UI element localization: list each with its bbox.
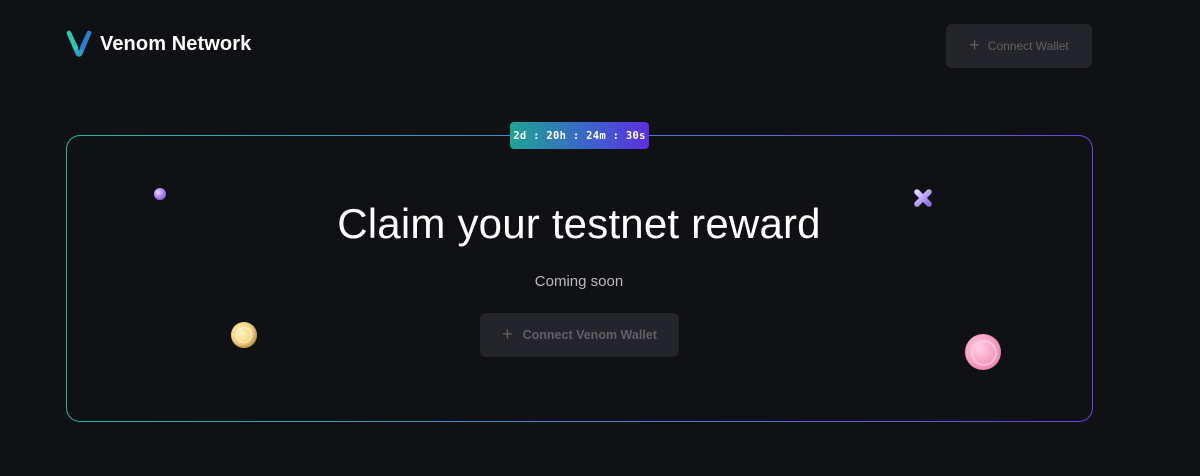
page: Venom Network + Connect Wallet 2d : 20h …: [0, 0, 1200, 476]
connect-wallet-label: Connect Wallet: [987, 39, 1069, 53]
brand-name: Venom Network: [100, 32, 252, 55]
page-title: Claim your testnet reward: [337, 200, 821, 247]
purple-orb-icon: [154, 188, 166, 200]
plus-icon: +: [502, 324, 513, 344]
gold-coin-icon: [231, 322, 257, 348]
venom-logo-icon: [66, 30, 92, 58]
connect-venom-wallet-button[interactable]: + Connect Venom Wallet: [480, 313, 679, 357]
countdown-badge: 2d : 20h : 24m : 30s: [510, 122, 649, 149]
connect-venom-wallet-label: Connect Venom Wallet: [522, 328, 657, 342]
pink-coin-icon: [965, 334, 1001, 370]
status-text: Coming soon: [534, 273, 624, 290]
brand-logo[interactable]: Venom Network: [66, 30, 251, 58]
plus-icon: +: [969, 35, 980, 55]
connect-wallet-button[interactable]: + Connect Wallet: [946, 24, 1092, 68]
